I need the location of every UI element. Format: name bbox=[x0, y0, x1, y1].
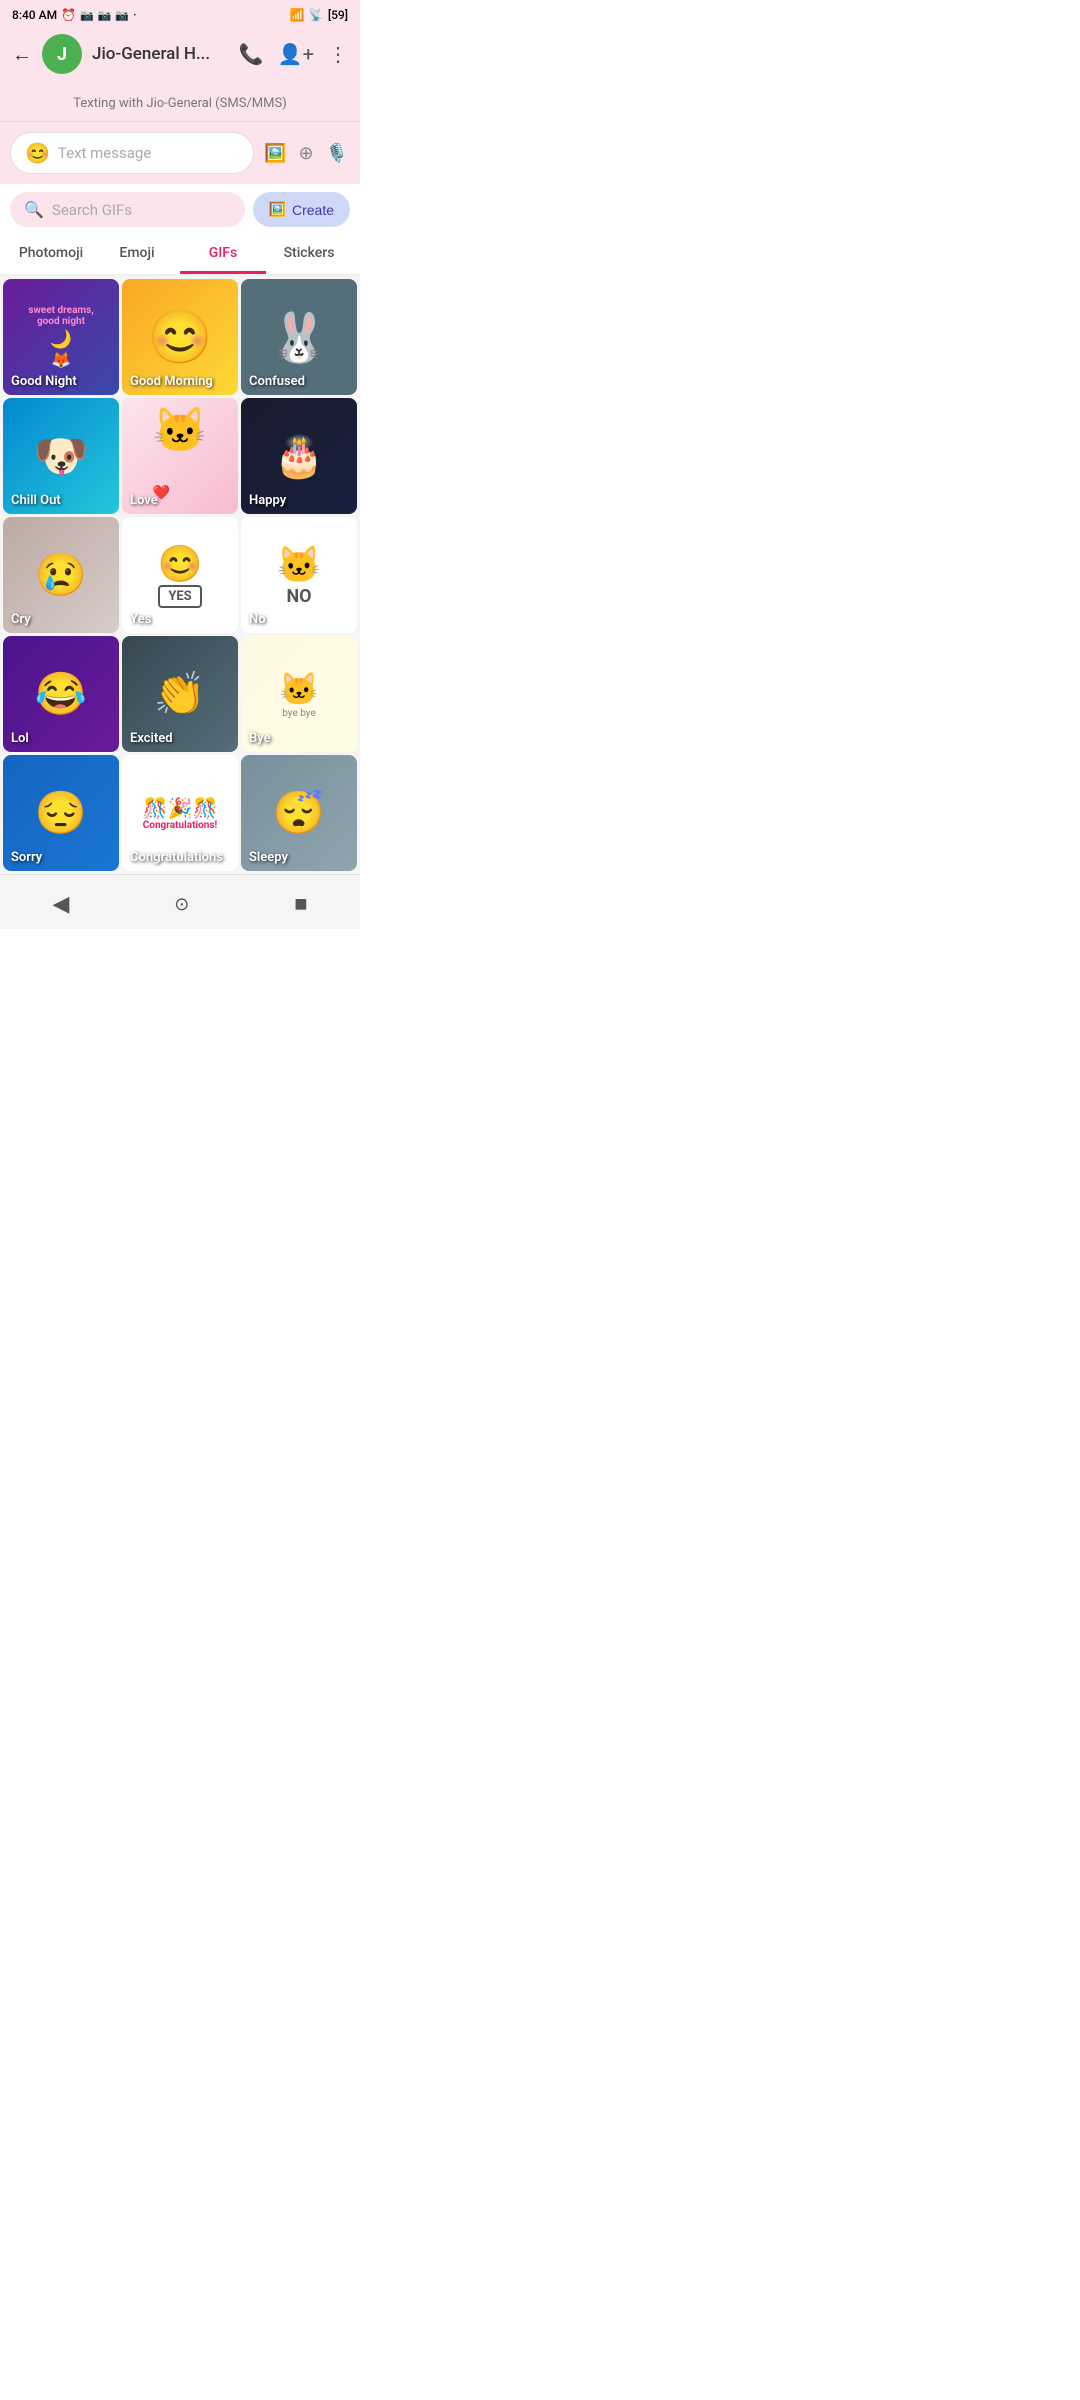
gif-confused[interactable]: 🐰Confused bbox=[241, 279, 357, 395]
gif-no[interactable]: 🐱NONo bbox=[241, 517, 357, 633]
more-options-icon[interactable]: ⋮ bbox=[328, 42, 348, 66]
instagram-icon: 📷 bbox=[80, 9, 94, 22]
add-contact-icon[interactable]: 👤+ bbox=[278, 42, 314, 66]
tab-stickers[interactable]: Stickers bbox=[266, 235, 352, 274]
gif-excited[interactable]: 👏Excited bbox=[122, 636, 238, 752]
call-icon[interactable]: 📞 bbox=[239, 42, 264, 66]
voice-input-button[interactable]: 🎙️ bbox=[324, 141, 350, 166]
gif-lol[interactable]: 😂Lol bbox=[3, 636, 119, 752]
gif-sleepy[interactable]: 😴Sleepy bbox=[241, 755, 357, 871]
message-placeholder: Text message bbox=[58, 144, 239, 162]
nav-back-button[interactable]: ◀ bbox=[40, 888, 81, 921]
tab-emoji[interactable]: Emoji bbox=[94, 235, 180, 274]
signal-icon: 📶 bbox=[290, 8, 305, 22]
gif-chill-out[interactable]: 🐶Chill Out bbox=[3, 398, 119, 514]
gif-label-chill-out: Chill Out bbox=[11, 493, 61, 508]
gif-label-good-morning: Good Morning bbox=[130, 374, 213, 389]
app-bar-actions: 📞 👤+ ⋮ bbox=[239, 42, 348, 66]
gif-label-no: No bbox=[249, 612, 266, 627]
gif-label-lol: Lol bbox=[11, 731, 29, 746]
nav-recent-button[interactable]: ■ bbox=[282, 887, 319, 921]
gif-label-love: Love bbox=[130, 493, 158, 508]
back-button[interactable]: ← bbox=[12, 42, 32, 67]
message-input-bar: 😊 Text message 🖼️ ⊕ 🎙️ bbox=[0, 122, 360, 184]
gif-yes[interactable]: 😊YESYes bbox=[122, 517, 238, 633]
gif-label-yes: Yes bbox=[130, 612, 151, 627]
status-indicators: 📶 📡 [59] bbox=[290, 8, 348, 22]
instagram-icon2: 📷 bbox=[98, 9, 112, 22]
gif-label-sleepy: Sleepy bbox=[249, 850, 288, 865]
gif-label-excited: Excited bbox=[130, 731, 173, 746]
gif-cry[interactable]: 😢Cry bbox=[3, 517, 119, 633]
gif-happy[interactable]: 🎂Happy bbox=[241, 398, 357, 514]
instagram-icon3: 📷 bbox=[115, 9, 129, 22]
app-bar: ← J Jio-General H... 📞 👤+ ⋮ bbox=[0, 26, 360, 86]
alarm-icon: ⏰ bbox=[61, 8, 76, 22]
gif-love[interactable]: 🐱❤️Love bbox=[122, 398, 238, 514]
create-button[interactable]: 🖼️ Create bbox=[253, 192, 350, 227]
wifi-icon: 📡 bbox=[309, 8, 324, 22]
battery-label: [59] bbox=[328, 8, 348, 22]
gif-label-congratulations: Congratulations bbox=[130, 850, 223, 865]
dot: · bbox=[133, 8, 136, 22]
tabs-row: PhotomojiEmojiGIFsStickers bbox=[0, 235, 360, 276]
nav-bar: ◀ ⊙ ■ bbox=[0, 874, 360, 929]
search-icon: 🔍 bbox=[24, 200, 44, 219]
gif-bye[interactable]: 🐱bye byeBye bbox=[241, 636, 357, 752]
status-bar: 8:40 AM ⏰ 📷 📷 📷 · 📶 📡 [59] bbox=[0, 0, 360, 26]
texting-info: Texting with Jio-General (SMS/MMS) bbox=[0, 86, 360, 122]
message-input-wrap[interactable]: 😊 Text message bbox=[10, 132, 254, 174]
gif-congratulations[interactable]: 🎊🎉🎊Congratulations!Congratulations bbox=[122, 755, 238, 871]
time-label: 8:40 AM bbox=[12, 8, 57, 22]
gif-search-bar[interactable]: 🔍 Search GIFs bbox=[10, 192, 245, 227]
media-attach-button[interactable]: 🖼️ bbox=[262, 141, 288, 166]
gif-label-confused: Confused bbox=[249, 374, 305, 389]
gif-label-cry: Cry bbox=[11, 612, 31, 627]
gif-label-bye: Bye bbox=[249, 731, 271, 746]
gif-label-sorry: Sorry bbox=[11, 850, 42, 865]
create-icon: 🖼️ bbox=[269, 201, 286, 218]
gif-sorry[interactable]: 😔Sorry bbox=[3, 755, 119, 871]
gif-good-night[interactable]: sweet dreams,good night🌙🦊Good Night bbox=[3, 279, 119, 395]
tab-photomoji[interactable]: Photomoji bbox=[8, 235, 94, 274]
add-content-button[interactable]: ⊕ bbox=[296, 141, 315, 166]
avatar: J bbox=[42, 34, 82, 74]
gif-good-morning[interactable]: 😊Good Morning bbox=[122, 279, 238, 395]
search-input[interactable]: Search GIFs bbox=[52, 201, 132, 219]
gif-label-good-night: Good Night bbox=[11, 374, 77, 389]
tab-gifs[interactable]: GIFs bbox=[180, 235, 266, 274]
status-time: 8:40 AM ⏰ 📷 📷 📷 · bbox=[12, 8, 137, 22]
search-create-row: 🔍 Search GIFs 🖼️ Create bbox=[0, 184, 360, 235]
gif-label-happy: Happy bbox=[249, 493, 286, 508]
nav-home-button[interactable]: ⊙ bbox=[162, 890, 201, 919]
contact-name: Jio-General H... bbox=[92, 44, 229, 64]
emoji-picker-icon[interactable]: 😊 bbox=[25, 141, 50, 165]
gif-grid: sweet dreams,good night🌙🦊Good Night😊Good… bbox=[0, 276, 360, 874]
